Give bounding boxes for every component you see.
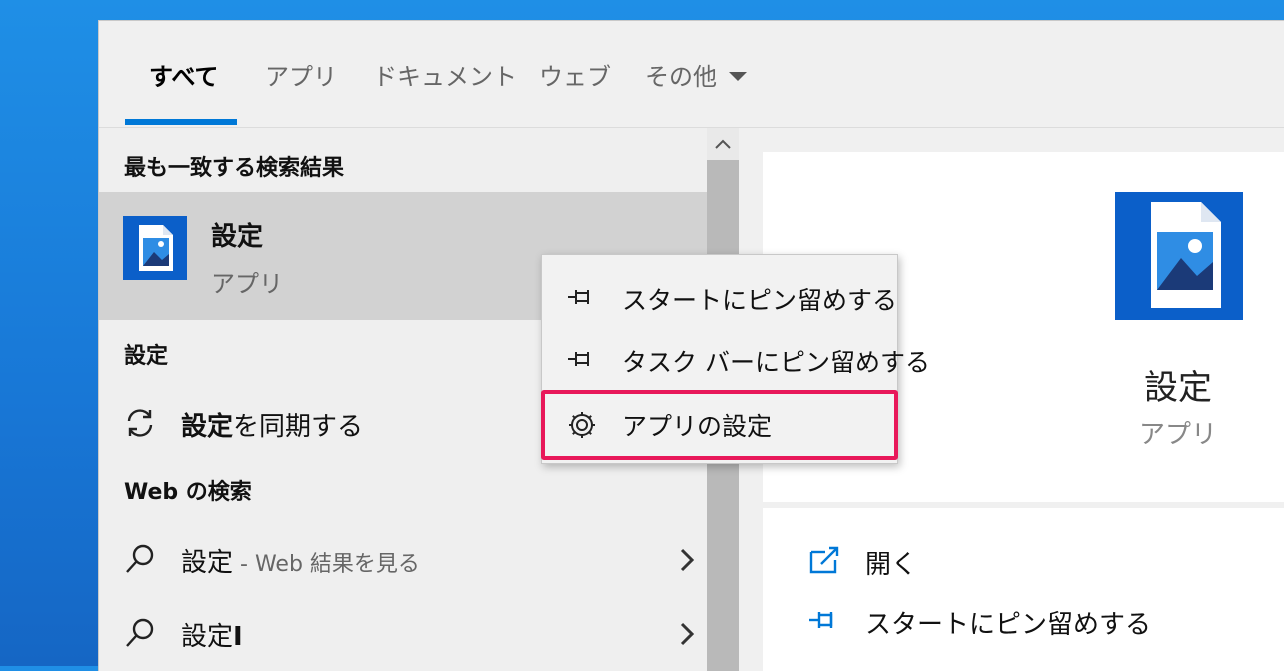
web-result-bold: 設定 (181, 548, 234, 578)
chevron-right-icon (675, 544, 699, 576)
context-pin-to-start[interactable]: スタートにピン留めする (542, 267, 897, 327)
search-icon (123, 542, 157, 576)
tab-apps[interactable]: アプリ (265, 57, 337, 92)
tab-web[interactable]: ウェブ (539, 57, 611, 92)
best-match-title: 設定 (211, 222, 264, 252)
detail-actions: 開く スタートにピン留めする (763, 508, 1284, 671)
highlight-box (541, 390, 898, 460)
web-result-bold: 設定 (181, 622, 234, 652)
pin-to-start-action[interactable]: スタートにピン留めする (807, 600, 1151, 640)
open-action-label: 開く (865, 550, 918, 580)
context-pin-to-start-label: スタートにピン留めする (622, 286, 898, 315)
open-icon (807, 544, 841, 576)
pin-to-start-label: スタートにピン留めする (865, 610, 1152, 640)
web-result-row[interactable]: 設定 - Web 結果を見る (99, 530, 707, 590)
active-tab-indicator (125, 119, 237, 125)
web-result-rest: I (233, 622, 243, 652)
settings-section-header: 設定 (124, 344, 169, 369)
best-match-subtitle: アプリ (211, 270, 283, 298)
best-match-header: 最も一致する検索結果 (124, 156, 345, 181)
context-pin-to-taskbar[interactable]: タスク バーにピン留めする (542, 329, 930, 389)
chevron-right-icon (675, 618, 699, 650)
chevron-down-icon (729, 71, 747, 81)
web-result-muted: - Web 結果を見る (233, 552, 420, 577)
web-result-label: 設定 - Web 結果を見る (181, 542, 420, 579)
pin-icon (807, 604, 841, 636)
context-pin-to-taskbar-label: タスク バーにピン留めする (622, 348, 930, 377)
pin-icon (566, 345, 598, 373)
sync-settings-rest: を同期する (233, 412, 364, 442)
context-menu: スタートにピン留めする タスク バーにピン留めする アプリの設定 (541, 254, 930, 464)
search-tabs: すべて アプリ ドキュメント ウェブ その他 (99, 21, 1284, 128)
open-action[interactable]: 開く (807, 540, 1007, 580)
sync-settings-label: 設定を同期する (181, 406, 363, 443)
search-icon (123, 616, 157, 650)
web-result-label: 設定I (181, 616, 243, 653)
web-result-row[interactable]: 設定I (99, 604, 707, 664)
tab-all[interactable]: すべて (149, 57, 218, 92)
settings-app-icon-large (1115, 192, 1243, 320)
tab-more-label: その他 (645, 63, 717, 91)
sync-settings-bold: 設定 (181, 412, 234, 442)
settings-app-icon (123, 216, 187, 280)
web-search-header: Web の検索 (124, 480, 252, 505)
pin-icon (566, 283, 598, 311)
tab-documents[interactable]: ドキュメント (373, 57, 517, 92)
scroll-up-icon[interactable] (707, 128, 739, 160)
sync-icon (123, 406, 157, 440)
tab-more[interactable]: その他 (645, 57, 747, 92)
